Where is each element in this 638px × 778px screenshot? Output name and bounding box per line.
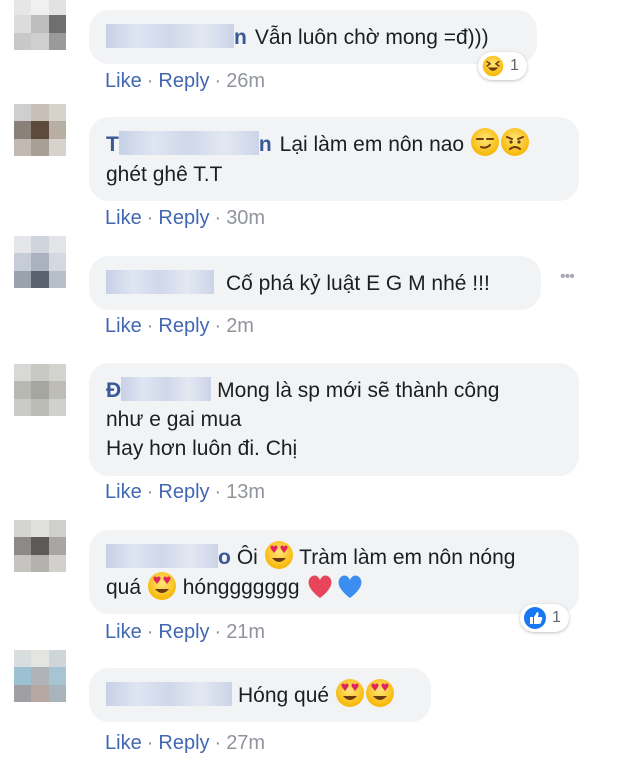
comment-text-line: Mong là sp mới sẽ thành công	[217, 379, 500, 402]
reply-link[interactable]: Reply	[158, 621, 209, 643]
comment-text-line: Hay hơn luôn đi. Chị	[106, 437, 298, 460]
commenter-name-tail[interactable]: n	[259, 133, 272, 156]
commenter-name-head[interactable]: Đ	[106, 379, 121, 402]
comment-actions: Like · Reply · 27m	[105, 731, 265, 755]
smirk-emoji-icon	[470, 127, 500, 157]
timestamp[interactable]: 13m	[226, 481, 265, 503]
reaction-count: 1	[552, 609, 561, 626]
comment-text-part: Ôi	[236, 546, 258, 569]
comment-text: Vẫn luôn chờ mong =đ)))	[254, 26, 489, 49]
separator: ·	[146, 315, 154, 337]
timestamp[interactable]: 21m	[226, 621, 265, 643]
comment-actions: Like · Reply · 30m	[105, 206, 265, 230]
separator: ·	[146, 207, 154, 229]
like-link[interactable]: Like	[105, 621, 142, 643]
timestamp[interactable]: 26m	[226, 70, 265, 92]
reaction-count: 1	[510, 57, 519, 74]
commenter-name[interactable]	[106, 544, 218, 569]
comment-bubble: Hóng qué	[89, 668, 431, 722]
comment-text-part: quá	[106, 576, 142, 600]
heart-eyes-emoji-icon	[264, 540, 294, 570]
comment-text-line: Lại làm em nôn nao	[279, 133, 465, 156]
reply-link[interactable]: Reply	[158, 207, 209, 229]
avatar[interactable]	[14, 0, 66, 50]
avatar[interactable]	[14, 364, 66, 416]
comment-bubble: o Ôi Tràm làm em nôn nóng quá hónggggggg	[89, 530, 579, 614]
heart-eyes-emoji-icon	[335, 678, 365, 708]
reply-link[interactable]: Reply	[158, 70, 209, 92]
reply-link[interactable]: Reply	[158, 481, 209, 503]
comment-bubble: Cố phá kỷ luật E G M nhé !!!	[89, 256, 541, 310]
comment-bubble: Tn Lại làm em nôn nao ghét ghê T.T	[89, 117, 579, 201]
commenter-name[interactable]	[106, 24, 234, 49]
comment-actions: Like · Reply · 2m	[105, 314, 254, 338]
comment-actions: Like · Reply · 26m	[105, 69, 265, 93]
comment-text-line: ghét ghê T.T	[106, 163, 223, 187]
like-link[interactable]: Like	[105, 70, 142, 92]
avatar[interactable]	[14, 104, 66, 156]
comment-actions: Like · Reply · 13m	[105, 480, 265, 504]
more-options-icon[interactable]: •••	[560, 268, 575, 286]
blue-heart-icon	[335, 571, 365, 601]
comment-bubble: n Vẫn luôn chờ mong =đ)))	[89, 10, 537, 64]
separator: ·	[214, 481, 222, 503]
like-icon	[524, 607, 546, 629]
comment-actions: Like · Reply · 21m	[105, 620, 265, 644]
comment-text-line: như e gai mua	[106, 408, 242, 431]
timestamp[interactable]: 30m	[226, 207, 265, 229]
timestamp[interactable]: 27m	[226, 732, 265, 754]
commenter-name[interactable]	[118, 131, 259, 156]
like-link[interactable]: Like	[105, 207, 142, 229]
reply-link[interactable]: Reply	[158, 732, 209, 754]
reaction-summary[interactable]: 1	[520, 604, 569, 632]
avatar[interactable]	[14, 236, 66, 288]
separator: ·	[214, 621, 222, 643]
comment-bubble: Đ Mong là sp mới sẽ thành công như e gai …	[89, 363, 579, 476]
separator: ·	[214, 207, 222, 229]
avatar[interactable]	[14, 650, 66, 702]
avatar[interactable]	[14, 520, 66, 572]
like-link[interactable]: Like	[105, 315, 142, 337]
separator: ·	[146, 732, 154, 754]
like-link[interactable]: Like	[105, 732, 142, 754]
timestamp[interactable]: 2m	[226, 315, 254, 337]
separator: ·	[146, 70, 154, 92]
commenter-name[interactable]	[106, 270, 214, 295]
commenter-name-tail[interactable]: n	[234, 26, 247, 49]
separator: ·	[146, 481, 154, 503]
reaction-summary[interactable]: 1	[478, 52, 527, 80]
red-heart-icon	[305, 571, 335, 601]
comment-text: Cố phá kỷ luật E G M nhé !!!	[226, 272, 490, 295]
separator: ·	[214, 315, 222, 337]
heart-eyes-emoji-icon	[147, 571, 177, 601]
comment-text-part: Tràm làm em nôn nóng	[299, 546, 516, 569]
reply-link[interactable]: Reply	[158, 315, 209, 337]
comment-text-part: hónggggggg	[182, 576, 300, 600]
laughing-icon	[482, 55, 504, 77]
separator: ·	[214, 732, 222, 754]
heart-eyes-emoji-icon	[365, 678, 395, 708]
separator: ·	[146, 621, 154, 643]
separator: ·	[214, 70, 222, 92]
comment-text: Hóng qué	[238, 684, 330, 707]
commenter-name-head[interactable]: T	[106, 133, 119, 156]
commenter-name[interactable]	[121, 377, 212, 402]
commenter-name[interactable]	[106, 682, 232, 707]
like-link[interactable]: Like	[105, 481, 142, 503]
worried-emoji-icon	[500, 127, 530, 157]
